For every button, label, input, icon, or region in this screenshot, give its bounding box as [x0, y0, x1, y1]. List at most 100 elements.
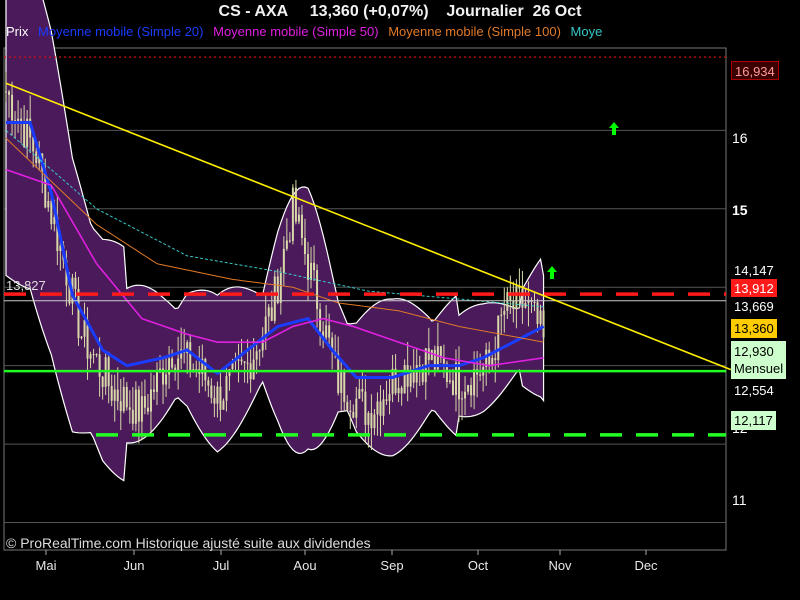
legend-sma100[interactable]: Moyenne mobile (Simple 100)	[388, 24, 561, 39]
candle-body	[5, 91, 7, 93]
candle-body	[47, 201, 50, 208]
left-level-label: 13,827	[6, 278, 46, 293]
candle-body	[340, 370, 343, 394]
candle-body	[258, 350, 261, 352]
candle-body	[11, 94, 14, 121]
candle-body	[448, 380, 451, 382]
candle-body	[119, 401, 122, 412]
candle-body	[470, 385, 473, 396]
candle-body	[418, 365, 421, 367]
candle-body	[282, 248, 285, 274]
candle-body	[279, 273, 282, 303]
candle-body	[149, 389, 152, 412]
price-label-bb-upper: 14,147	[731, 261, 777, 280]
candle-body	[23, 122, 26, 147]
candle-body	[156, 370, 158, 392]
price-chart[interactable]	[0, 0, 800, 600]
candle-body	[454, 362, 457, 395]
candle-body	[512, 300, 515, 310]
candle-body	[488, 349, 491, 365]
candle-body	[491, 358, 494, 365]
x-tick-sep: Sep	[380, 558, 404, 573]
candle-body	[358, 389, 361, 399]
price-label-ma20: 13,669	[731, 297, 777, 316]
candle-body	[122, 386, 125, 412]
candle-body	[80, 336, 83, 339]
candle-body	[388, 394, 391, 401]
candle-body	[83, 320, 86, 337]
candle-body	[252, 359, 255, 380]
chart-window: CS - AXA 13,360 (+0,07%) Journalier 26 O…	[0, 0, 800, 600]
candle-body	[451, 380, 454, 395]
candle-body	[524, 303, 527, 308]
candle-body	[355, 398, 358, 418]
candle-body	[246, 362, 249, 364]
candle-body	[146, 407, 149, 412]
candle-body	[430, 349, 433, 360]
candle-body	[171, 358, 174, 368]
price-label-high: 16,934	[731, 61, 779, 80]
candle-body	[394, 368, 397, 394]
legend-other[interactable]: Moye	[571, 24, 603, 39]
candle-body	[464, 391, 467, 399]
candle-body	[222, 400, 225, 410]
candle-body	[110, 386, 113, 401]
candle-body	[288, 240, 291, 242]
candle-body	[125, 386, 128, 408]
candle-body	[98, 354, 101, 377]
candle-body	[542, 310, 545, 338]
candle-body	[310, 262, 313, 280]
legend-sma50[interactable]: Moyenne mobile (Simple 50)	[213, 24, 378, 39]
candle-body	[113, 389, 116, 401]
candle-body	[325, 325, 328, 338]
candle-body	[494, 358, 497, 361]
candle-body	[219, 386, 222, 410]
x-tick-nov: Nov	[548, 558, 572, 573]
candle-body	[297, 214, 300, 222]
candle-body	[364, 391, 367, 425]
candle-body	[533, 302, 536, 304]
copyright-notice: © ProRealTime.com Historique ajusté suit…	[6, 535, 371, 551]
candle-body	[412, 371, 415, 383]
candle-body	[406, 365, 409, 387]
candle-body	[134, 389, 137, 424]
candle-body	[77, 288, 80, 339]
y-tick-15: 15	[732, 202, 748, 218]
candle-body	[382, 399, 385, 416]
candle-body	[267, 307, 270, 317]
price-label-support: 12,930 Mensuel	[731, 341, 787, 379]
chart-title: CS - AXA 13,360 (+0,07%) Journalier 26 O…	[218, 3, 582, 20]
candle-body	[307, 254, 309, 280]
candle-body	[536, 302, 539, 324]
candle-body	[264, 316, 267, 336]
candle-body	[391, 368, 394, 395]
candle-body	[303, 237, 306, 255]
candle-body	[500, 314, 503, 316]
candle-body	[473, 369, 476, 396]
candle-body	[143, 396, 146, 408]
candle-body	[207, 380, 210, 386]
price-label-last: 13,360	[731, 319, 777, 338]
candle-body	[152, 389, 155, 392]
candle-body	[376, 401, 379, 415]
candle-body	[92, 354, 95, 356]
candle-body	[352, 411, 355, 418]
price-label-resistance: 13,912	[731, 279, 777, 298]
candle-body	[17, 118, 20, 122]
legend-price[interactable]: Prix	[6, 24, 28, 39]
legend-sma20[interactable]: Moyenne mobile (Simple 20)	[38, 24, 203, 39]
candle-body	[195, 368, 198, 370]
candle-body	[385, 399, 388, 401]
candle-body	[467, 385, 470, 392]
candle-body	[343, 370, 346, 402]
x-tick-jul: Jul	[212, 558, 230, 573]
y-tick-16: 16	[732, 130, 748, 146]
candle-body	[255, 351, 258, 360]
candle-body	[328, 325, 331, 338]
x-tick-dec: Dec	[634, 558, 658, 573]
candle-body	[128, 407, 131, 410]
y-tick-11: 11	[732, 492, 747, 508]
price-label-low: 12,117	[731, 411, 776, 430]
candle-body	[427, 348, 430, 360]
candle-body	[400, 387, 403, 394]
